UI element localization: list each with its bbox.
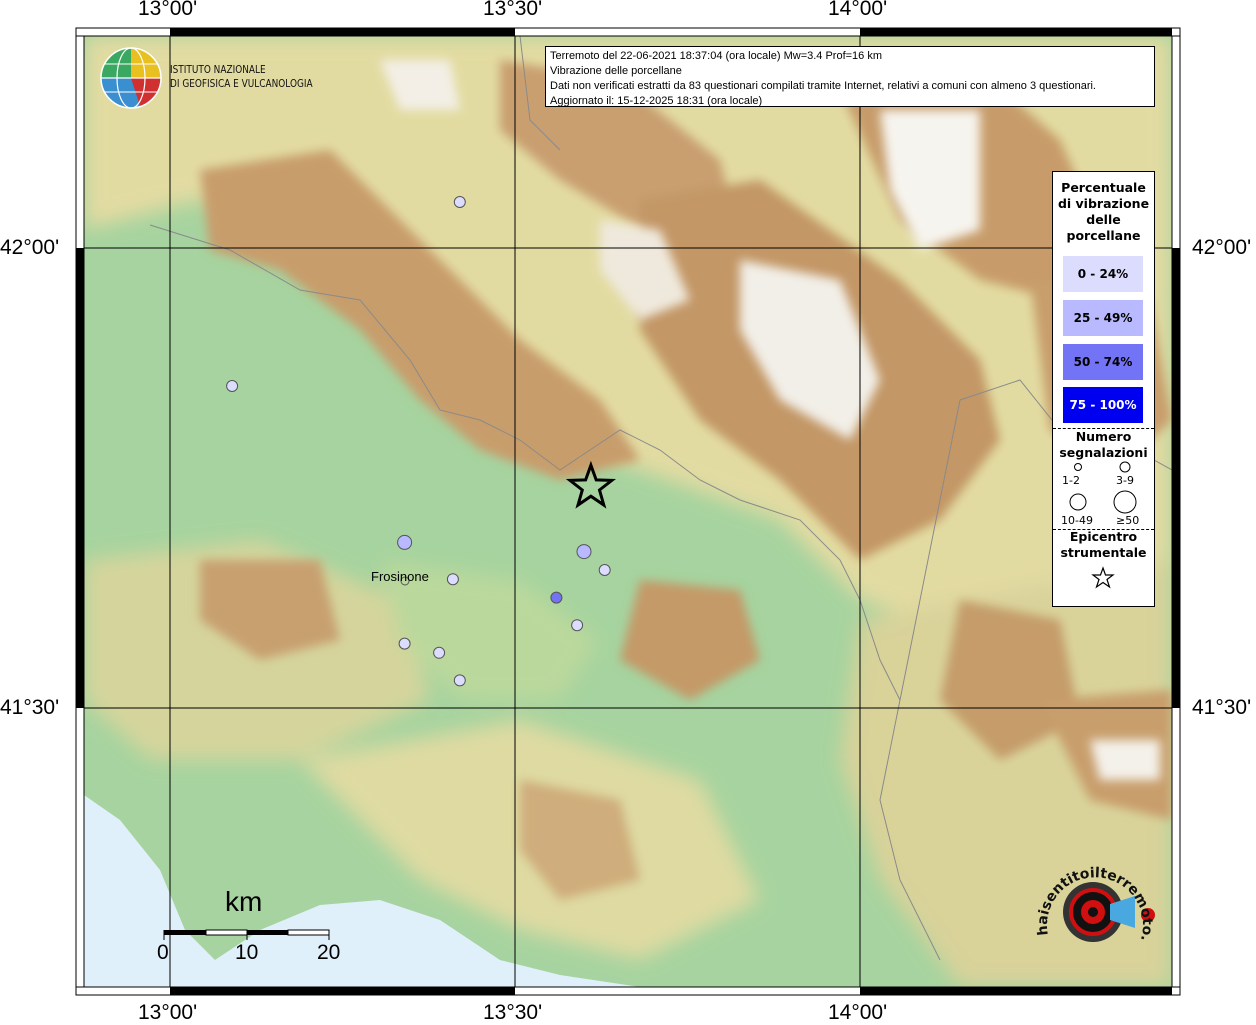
legend-class-50-74: 50 - 74% [1063, 344, 1143, 380]
legend-class-0-24: 0 - 24% [1063, 256, 1143, 292]
observation-point-1 [226, 380, 239, 392]
lat-tick-right-4200: 42°00' [1192, 236, 1252, 259]
ingv-logo-text: ISTITUTO NAZIONALE DI GEOFISICA E VULCAN… [170, 63, 313, 91]
legend: Percentuale di vibrazione delle porcella… [1052, 171, 1155, 607]
terrain-layer [84, 36, 1172, 987]
legend-count-title-line1: Numero [1075, 429, 1132, 444]
ingv-logo-icon [100, 47, 162, 109]
ingv-logo-line2: DI GEOFISICA E VULCANOLOGIA [170, 78, 313, 90]
event-info-box: Terremoto del 22-06-2021 18:37:04 (ora l… [545, 46, 1155, 107]
lon-tick-bottom-1300: 13°00' [138, 1001, 198, 1024]
observation-point-5 [433, 646, 446, 659]
lon-tick-top-1330: 13°30' [483, 0, 543, 20]
legend-count-10-49: 10-49 [1061, 514, 1093, 527]
scale-label-0: 0 [157, 941, 169, 964]
event-line: Terremoto del 22-06-2021 18:37:04 (ora l… [550, 50, 883, 62]
observation-point-6 [453, 674, 466, 687]
legend-epicenter-title-line1: Epicentro [1069, 529, 1138, 544]
map-subject-line: Vibrazione delle porcellane [550, 65, 682, 77]
observation-point-0 [453, 196, 466, 208]
legend-title-line1: Percentuale [1061, 180, 1146, 195]
scale-label-20: 20 [317, 941, 341, 964]
place-label-frosinone: Frosinone [371, 569, 429, 584]
legend-class-25-49: 25 - 49% [1063, 300, 1143, 336]
observation-point-9 [550, 591, 563, 604]
updated-line: Aggiornato il: 15-12-2025 18:31 (ora loc… [550, 95, 763, 107]
observation-point-4 [398, 637, 411, 650]
legend-count-symbols [1069, 461, 1137, 514]
observation-point-3 [446, 573, 459, 586]
legend-epicenter-title-line2: strumentale [1060, 545, 1147, 560]
observation-point-7 [576, 544, 592, 560]
legend-title-line4: porcellane [1066, 228, 1141, 243]
lat-tick-right-4130: 41°30' [1192, 696, 1252, 719]
legend-count-50-plus: ≥50 [1116, 514, 1140, 527]
observation-point-10 [571, 619, 584, 632]
lon-tick-bottom-1330: 13°30' [483, 1001, 543, 1024]
lat-tick-left-4130: 41°30' [0, 696, 60, 719]
observation-point-2 [397, 534, 413, 550]
ingv-logo-line1: ISTITUTO NAZIONALE [170, 64, 266, 76]
data-note-line: Dati non verificati estratti da 83 quest… [550, 80, 1096, 92]
legend-class-75-100: 75 - 100% [1063, 387, 1143, 423]
legend-title-line2: di vibrazione [1057, 196, 1150, 211]
lon-tick-top-1400: 14°00' [828, 0, 888, 20]
map-figure: 13°00' 13°30' 14°00' 13°00' 13°30' 14°00… [0, 0, 1256, 1024]
legend-count-3-9: 3-9 [1116, 474, 1134, 487]
scale-label-10: 10 [235, 941, 259, 964]
legend-star-icon [1091, 566, 1115, 589]
lon-tick-bottom-1400: 14°00' [828, 1001, 888, 1024]
lon-tick-top-1300: 13°00' [138, 0, 198, 20]
legend-count-1-2: 1-2 [1062, 474, 1080, 487]
lat-tick-left-4200: 42°00' [0, 236, 60, 259]
legend-title-line3: delle [1086, 212, 1121, 227]
observation-point-8 [598, 564, 611, 576]
scale-unit-label: km [225, 886, 263, 917]
